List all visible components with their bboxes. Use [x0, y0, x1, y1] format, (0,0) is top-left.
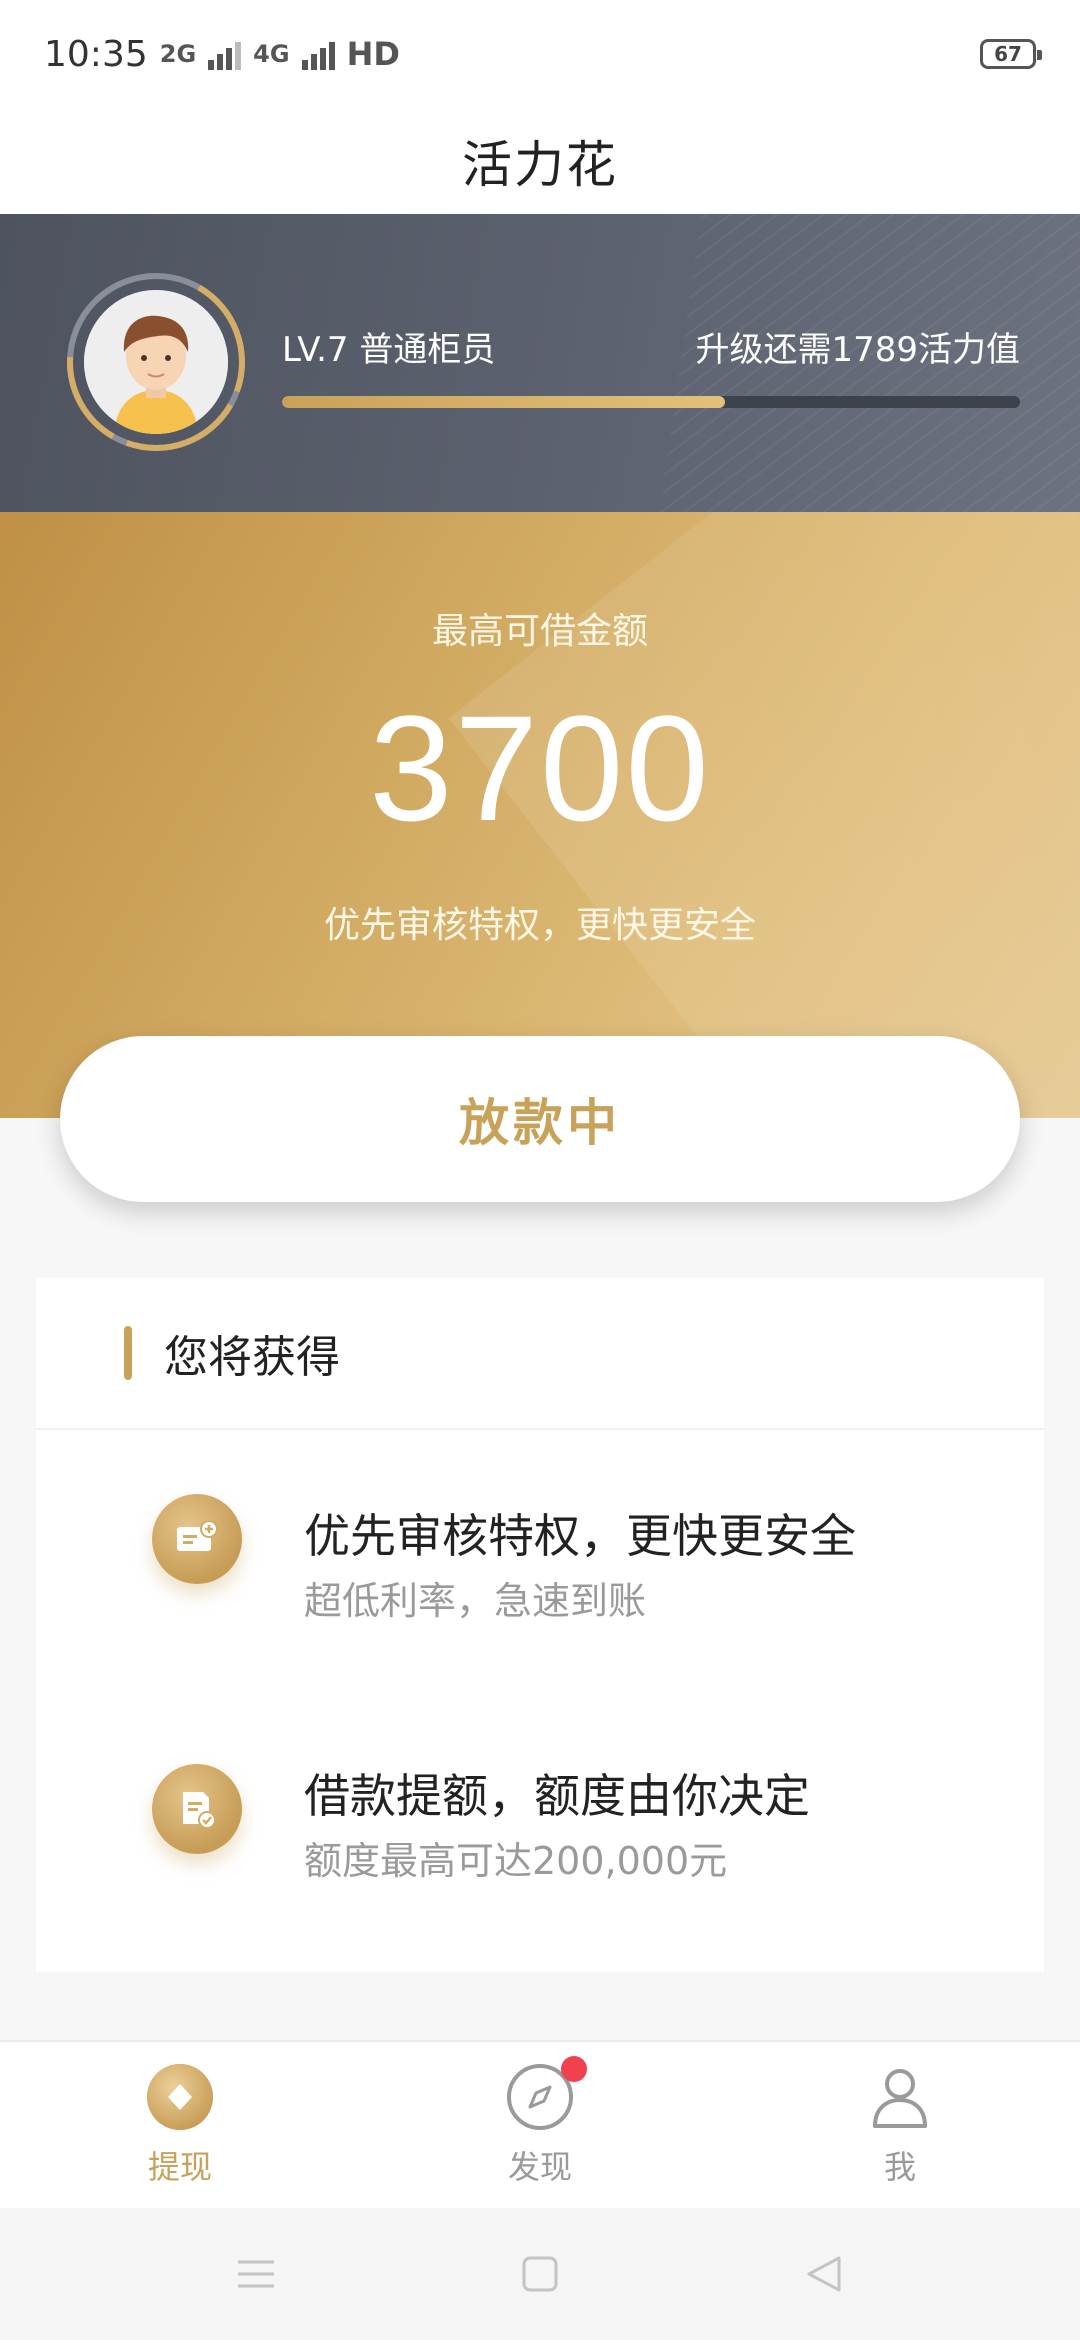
document-check-icon	[152, 1764, 242, 1854]
status-left: 10:35 2G 4G HD	[44, 34, 400, 75]
level-banner: LV.7 普通柜员 升级还需1789活力值	[0, 214, 1080, 512]
nav-label-me: 我	[883, 2148, 916, 2186]
level-progress-fill	[282, 396, 725, 408]
battery-level: 67	[994, 42, 1022, 66]
benefits-header: 您将获得	[36, 1278, 1044, 1430]
benefits-title: 您将获得	[164, 1332, 340, 1383]
network-2g-label: 2G	[159, 40, 197, 68]
nav-item-withdraw[interactable]: 提现	[80, 2042, 280, 2210]
hero-subtitle: 优先审核特权，更快更安全	[323, 905, 756, 946]
benefit-title: 优先审核特权，更快更安全	[304, 1509, 856, 1563]
upgrade-text: 升级还需1789活力值	[695, 330, 1020, 370]
signal-icon	[208, 38, 242, 70]
notification-dot	[561, 2056, 587, 2082]
nav-label-withdraw: 提现	[147, 2148, 212, 2186]
max-loan-amount: 3700	[369, 684, 711, 852]
benefit-item: 借款提额，额度由你决定 额度最高可达200,000元	[36, 1700, 1044, 1900]
benefit-title: 借款提额，额度由你决定	[304, 1769, 810, 1823]
diamond-coin-icon	[145, 2062, 215, 2132]
nav-item-discover[interactable]: 发现	[440, 2042, 640, 2210]
user-icon	[865, 2062, 935, 2132]
avatar-ring[interactable]	[64, 270, 248, 454]
page-title: 活力花	[462, 136, 618, 194]
bottom-nav: 提现 发现 我	[0, 2040, 1080, 2208]
hd-label: HD	[346, 35, 400, 73]
benefits-card: 您将获得 优先审核特权，更快更安全 超低利率，急速到账 借款提额，额度由你决定 …	[36, 1278, 1044, 1972]
disbursing-button[interactable]: 放款中	[60, 1036, 1020, 1202]
avatar	[84, 290, 228, 434]
benefit-desc: 超低利率，急速到账	[304, 1579, 647, 1623]
section-accent-bar	[124, 1326, 132, 1380]
battery-icon: 67	[980, 39, 1042, 69]
benefit-desc: 额度最高可达200,000元	[304, 1839, 728, 1883]
loan-hero: 最高可借金额 3700 优先审核特权，更快更安全	[0, 512, 1080, 1118]
max-loan-label: 最高可借金额	[431, 611, 648, 652]
status-time: 10:35	[44, 33, 148, 75]
home-icon[interactable]	[518, 2252, 562, 2296]
title-bar: 活力花	[0, 108, 1080, 214]
avatar-icon	[84, 290, 228, 434]
compass-icon	[505, 2056, 587, 2132]
menu-icon[interactable]	[234, 2252, 278, 2296]
network-4g-label: 4G	[253, 40, 290, 68]
signal-icon	[301, 38, 335, 70]
back-icon[interactable]	[802, 2252, 846, 2296]
level-label: LV.7 普通柜员	[282, 330, 496, 370]
system-nav-bar	[0, 2208, 1080, 2340]
level-progress-track	[282, 396, 1020, 408]
nav-item-me[interactable]: 我	[800, 2042, 1000, 2210]
status-bar: 10:35 2G 4G HD 67	[0, 0, 1080, 108]
benefit-item: 优先审核特权，更快更安全 超低利率，急速到账	[36, 1430, 1044, 1630]
card-plus-icon	[152, 1494, 242, 1584]
nav-label-discover: 发现	[507, 2148, 572, 2186]
